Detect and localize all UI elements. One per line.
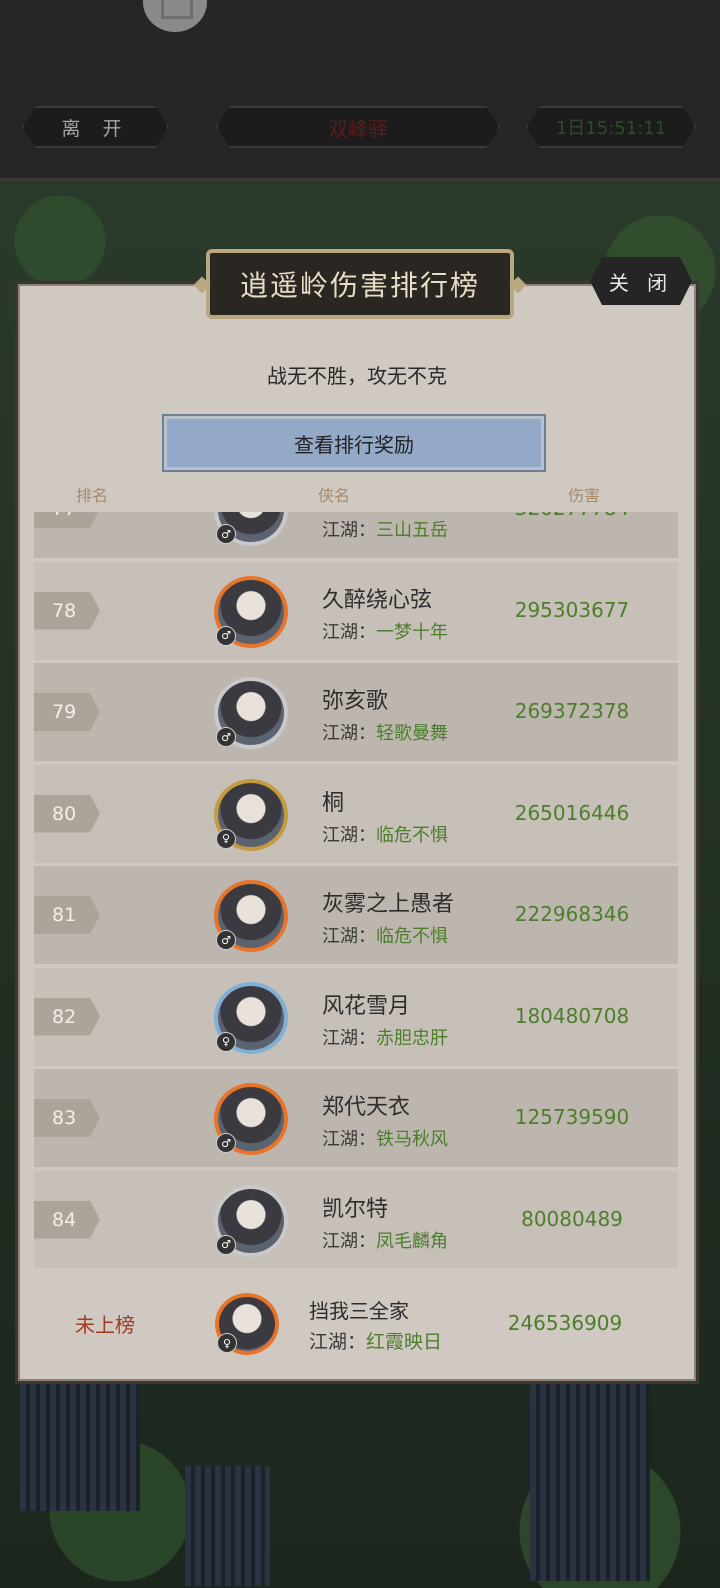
player-avatar[interactable]: ♂ — [214, 1184, 288, 1257]
gender-icon: ♂ — [216, 727, 236, 747]
player-guild: 江湖：三山五岳 — [322, 520, 448, 541]
ranking-row[interactable]: 83 ♂ 郑代天衣江湖：铁马秋风 125739590 — [34, 1069, 678, 1167]
roof-tiles — [185, 1466, 270, 1586]
player-name: 桐 — [322, 790, 345, 816]
header-name: 侠名 — [318, 486, 351, 505]
player-damage: 180480708 — [514, 1003, 630, 1028]
player-guild: 江湖：赤胆忠肝 — [322, 1027, 448, 1049]
motto-text: 战无不胜，攻无不克 — [267, 364, 447, 388]
rank-badge: 80 — [34, 795, 100, 833]
gender-icon: ♂ — [216, 1234, 236, 1255]
player-guild: 江湖：轻歌曼舞 — [322, 723, 448, 744]
player-name: 灰雾之上愚者 — [322, 892, 455, 917]
rank-badge: 78 — [34, 592, 100, 630]
player-name: 凯尔特 — [322, 1196, 389, 1222]
ranking-row[interactable]: 81 ♂ 灰雾之上愚者江湖：临危不惧 222968346 — [34, 866, 678, 964]
rank-badge: 83 — [34, 1099, 100, 1137]
panel-title-plate: 逍遥岭伤害排行榜 — [206, 249, 514, 319]
close-button[interactable]: 关 闭 — [590, 257, 692, 305]
player-damage: 320277784 — [482, 512, 662, 520]
player-guild: 江湖：凤毛麟角 — [322, 1230, 448, 1252]
player-avatar[interactable]: ♀ — [214, 981, 288, 1054]
gender-icon: ♂ — [216, 625, 236, 646]
my-guild: 江湖：红霞映日 — [309, 1331, 443, 1353]
player-damage: 269372378 — [514, 699, 630, 723]
header-rank: 排名 — [76, 486, 109, 505]
player-avatar[interactable]: ♂ — [214, 1083, 288, 1155]
my-damage: 246536909 — [507, 1311, 623, 1335]
my-avatar[interactable]: ♀ — [215, 1293, 279, 1355]
rank-badge: 79 — [34, 693, 100, 731]
player-avatar[interactable]: ♂ — [214, 575, 288, 648]
player-avatar[interactable]: ♂ — [214, 880, 288, 952]
roof-tiles — [530, 1381, 650, 1581]
gender-icon: ♀ — [216, 828, 236, 849]
gender-icon: ♂ — [216, 1133, 236, 1153]
player-avatar[interactable]: ♀ — [214, 778, 288, 851]
ranking-row[interactable]: 77 ♂ 江湖：三山五岳 320277784 — [34, 512, 678, 558]
rank-badge: 81 — [34, 896, 100, 934]
player-damage: 80080489 — [521, 1206, 623, 1231]
player-avatar[interactable]: ♂ — [214, 677, 288, 749]
player-damage: 265016446 — [514, 800, 630, 825]
player-damage: 222968346 — [514, 902, 630, 926]
puzzle-icon[interactable] — [143, 0, 207, 32]
gender-icon: ♂ — [216, 524, 236, 544]
location-label: 双峰驿 — [216, 106, 500, 148]
roof-tiles — [20, 1381, 140, 1511]
player-name: 弥亥歌 — [322, 689, 389, 714]
header-damage: 伤害 — [568, 486, 601, 505]
rank-badge: 82 — [34, 998, 100, 1036]
view-rewards-button[interactable]: 查看排行奖励 — [162, 414, 546, 472]
gender-icon: ♀ — [217, 1333, 237, 1353]
player-name: 久醉绕心弦 — [322, 587, 433, 613]
ranking-row[interactable]: 78 ♂ 久醉绕心弦江湖：一梦十年 295303677 — [34, 561, 678, 660]
gender-icon: ♂ — [216, 930, 236, 950]
panel-title: 逍遥岭伤害排行榜 — [239, 269, 480, 302]
ranking-row[interactable]: 84 ♂ 凯尔特江湖：凤毛麟角 80080489 — [34, 1170, 678, 1268]
rank-badge: 77 — [34, 512, 100, 528]
timer-label: 1日15:51:11 — [526, 106, 696, 148]
player-damage: 125739590 — [514, 1105, 630, 1129]
player-name: 风花雪月 — [322, 993, 411, 1019]
leave-button[interactable]: 离 开 — [22, 106, 169, 148]
player-name: 郑代天衣 — [322, 1095, 411, 1120]
ranking-row[interactable]: 79 ♂ 弥亥歌江湖：轻歌曼舞 269372378 — [34, 663, 678, 761]
player-guild: 江湖：铁马秋风 — [322, 1129, 448, 1150]
my-rank-label: 未上榜 — [75, 1313, 135, 1337]
ranking-list[interactable]: 77 ♂ 江湖：三山五岳 320277784 78 ♂ 久醉绕心弦江湖：一梦十年 295303… — [34, 512, 678, 1268]
player-guild: 江湖：临危不惧 — [322, 926, 448, 947]
my-name: 挡我三全家 — [309, 1299, 409, 1323]
rank-badge: 84 — [34, 1201, 100, 1239]
my-rank-row: 未上榜 ♀ 挡我三全家 江湖：红霞映日 246536909 — [15, 1285, 699, 1363]
player-avatar[interactable]: ♂ — [214, 512, 288, 546]
player-damage: 295303677 — [514, 597, 630, 622]
ranking-row[interactable]: 82 ♀ 风花雪月江湖：赤胆忠肝 180480708 — [34, 967, 678, 1066]
gender-icon: ♀ — [216, 1031, 236, 1052]
ranking-row[interactable]: 80 ♀ 桐江湖：临危不惧 265016446 — [34, 764, 678, 863]
player-guild: 江湖：一梦十年 — [322, 621, 448, 643]
top-bar: 离 开 双峰驿 1日15:51:11 — [0, 0, 720, 181]
player-guild: 江湖：临危不惧 — [322, 824, 448, 846]
